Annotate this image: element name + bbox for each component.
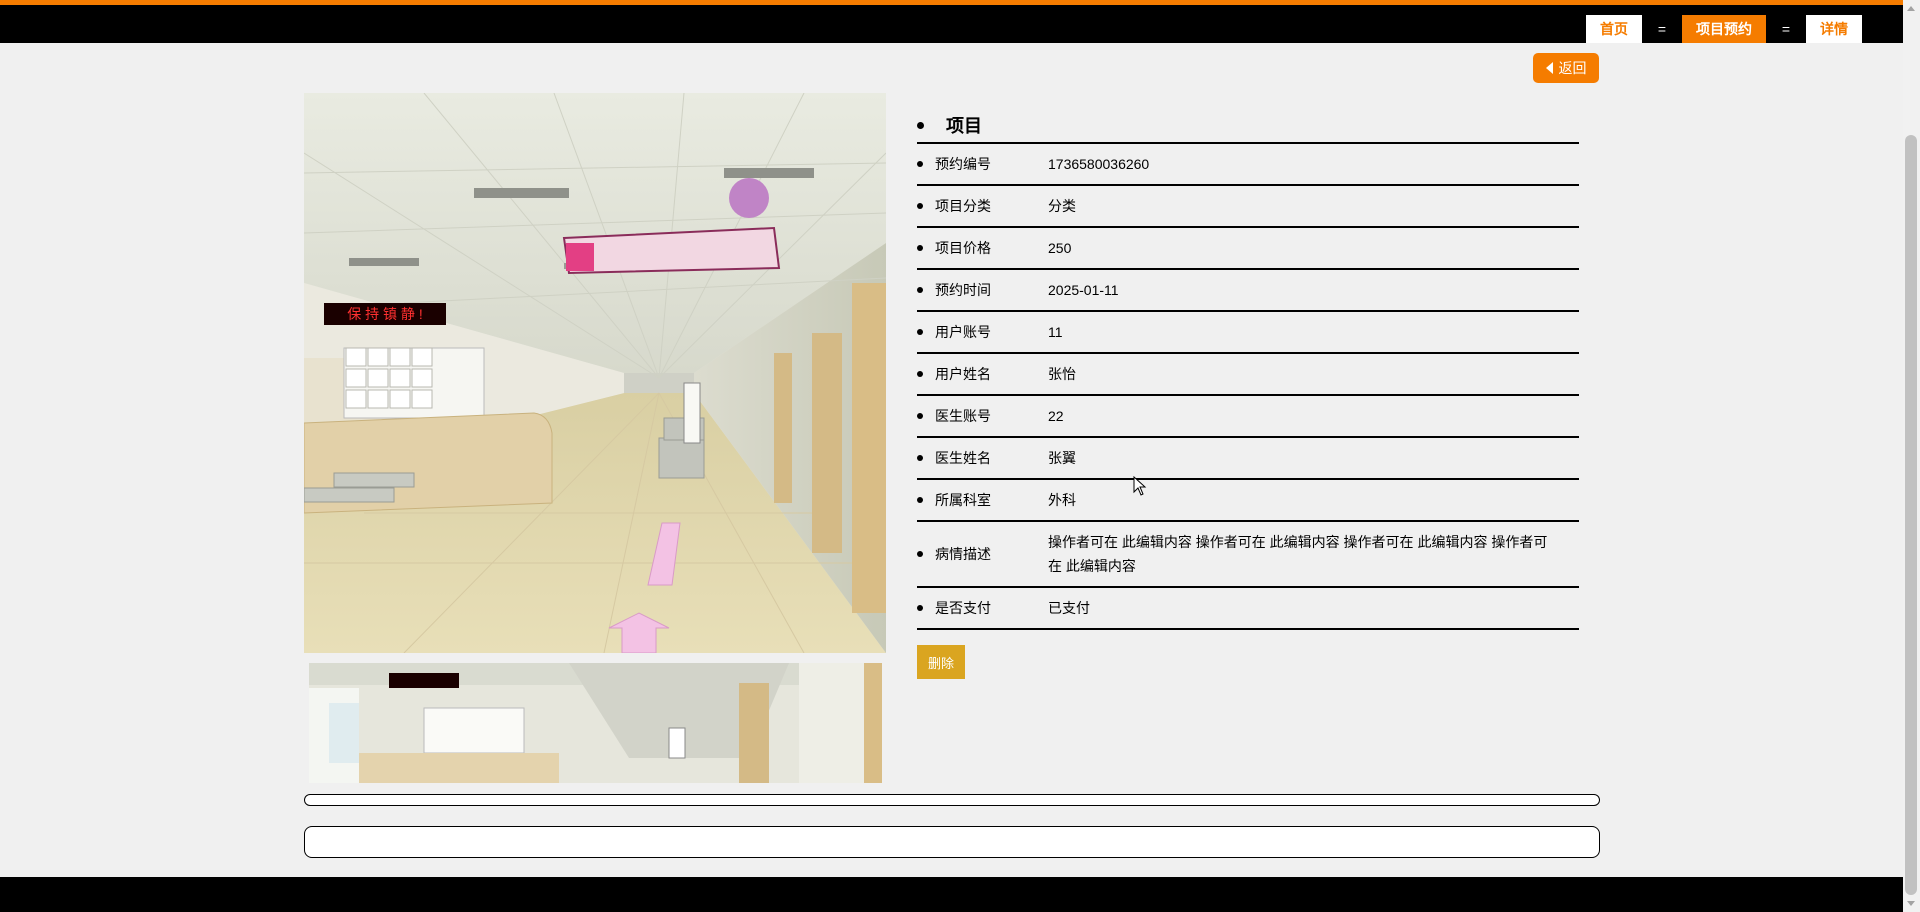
detail-row-user-name: 用户姓名 张怡 xyxy=(917,354,1579,396)
row-value: 张怡 xyxy=(1048,366,1076,382)
scrollbar[interactable] xyxy=(1903,0,1920,912)
row-label: 是否支付 xyxy=(935,600,991,616)
bullet-icon xyxy=(917,497,923,503)
row-label: 用户姓名 xyxy=(935,366,991,382)
nav-separator: = xyxy=(1781,21,1791,37)
nav-detail-button[interactable]: 详情 xyxy=(1806,15,1862,43)
bullet-icon xyxy=(917,551,923,557)
thumbnail-image[interactable] xyxy=(309,663,882,783)
top-nav-bar: 首页 = 项目预约 = 详情 xyxy=(0,0,1903,43)
bullet-icon xyxy=(917,371,923,377)
row-value: 操作者可在 此编辑内容 操作者可在 此编辑内容 操作者可在 此编辑内容 操作者可… xyxy=(1048,534,1548,574)
row-label: 医生姓名 xyxy=(935,450,991,466)
delete-button[interactable]: 删除 xyxy=(917,645,965,679)
row-label: 预约编号 xyxy=(935,156,991,172)
row-label: 用户账号 xyxy=(935,324,991,340)
bullet-icon xyxy=(917,455,923,461)
row-value: 11 xyxy=(1048,324,1063,340)
scroll-down-icon[interactable] xyxy=(1907,901,1915,906)
mouse-cursor-icon xyxy=(1133,476,1147,496)
bullet-icon xyxy=(917,605,923,611)
detail-row-department: 所属科室 外科 xyxy=(917,480,1579,522)
bullet-icon xyxy=(917,329,923,335)
row-label: 病情描述 xyxy=(935,546,991,562)
detail-row-doctor-name: 医生姓名 张翼 xyxy=(917,438,1579,480)
caret-left-icon xyxy=(1545,62,1553,74)
row-value: 已支付 xyxy=(1048,600,1090,616)
detail-row-category: 项目分类 分类 xyxy=(917,186,1579,228)
nav-booking-button[interactable]: 项目预约 xyxy=(1682,15,1766,43)
bullet-icon xyxy=(917,245,923,251)
bullet-icon xyxy=(917,287,923,293)
row-label: 医生账号 xyxy=(935,408,991,424)
detail-row-booking-id: 预约编号 1736580036260 xyxy=(917,144,1579,186)
outlined-bar xyxy=(304,794,1600,806)
detail-row-doctor-account: 医生账号 22 xyxy=(917,396,1579,438)
detail-row-user-account: 用户账号 11 xyxy=(917,312,1579,354)
footer xyxy=(0,877,1903,912)
nav-menu: 首页 = 项目预约 = 详情 xyxy=(1586,15,1862,43)
scrollbar-thumb[interactable] xyxy=(1905,135,1917,895)
nav-separator: = xyxy=(1657,21,1667,37)
sign-text: 保 持 镇 静 ! xyxy=(347,306,422,322)
nav-home-button[interactable]: 首页 xyxy=(1586,15,1642,43)
row-label: 所属科室 xyxy=(935,492,991,508)
row-value: 1736580036260 xyxy=(1048,156,1150,172)
row-value: 分类 xyxy=(1048,198,1076,214)
bullet-icon xyxy=(917,203,923,209)
row-label: 项目价格 xyxy=(935,240,991,256)
row-value: 外科 xyxy=(1048,492,1076,508)
back-button-label: 返回 xyxy=(1558,60,1587,76)
main-image: 保 持 镇 静 ! xyxy=(304,93,886,653)
detail-row-description: 病情描述 操作者可在 此编辑内容 操作者可在 此编辑内容 操作者可在 此编辑内容… xyxy=(917,522,1579,588)
outlined-panel xyxy=(304,826,1600,858)
back-button[interactable]: 返回 xyxy=(1533,53,1599,83)
row-value: 张翼 xyxy=(1048,450,1076,466)
row-value: 2025-01-11 xyxy=(1048,282,1119,298)
row-value: 22 xyxy=(1048,408,1064,424)
row-label: 预约时间 xyxy=(935,282,991,298)
detail-row-price: 项目价格 250 xyxy=(917,228,1579,270)
bullet-icon xyxy=(917,121,924,129)
bullet-icon xyxy=(917,161,923,167)
row-value: 250 xyxy=(1048,240,1072,256)
detail-row-paid: 是否支付 已支付 xyxy=(917,588,1579,630)
detail-panel: 项目 预约编号 1736580036260 项目分类 分类 项目价格 250 预… xyxy=(917,108,1579,630)
row-label: 项目分类 xyxy=(935,198,991,214)
bullet-icon xyxy=(917,413,923,419)
detail-title-text: 项目 xyxy=(946,116,982,136)
detail-title: 项目 xyxy=(917,108,1579,144)
hospital-corridor-image: 保 持 镇 静 ! xyxy=(304,93,886,653)
detail-row-booking-time: 预约时间 2025-01-11 xyxy=(917,270,1579,312)
hospital-thumbnail xyxy=(309,663,882,783)
scroll-up-icon[interactable] xyxy=(1907,6,1915,11)
